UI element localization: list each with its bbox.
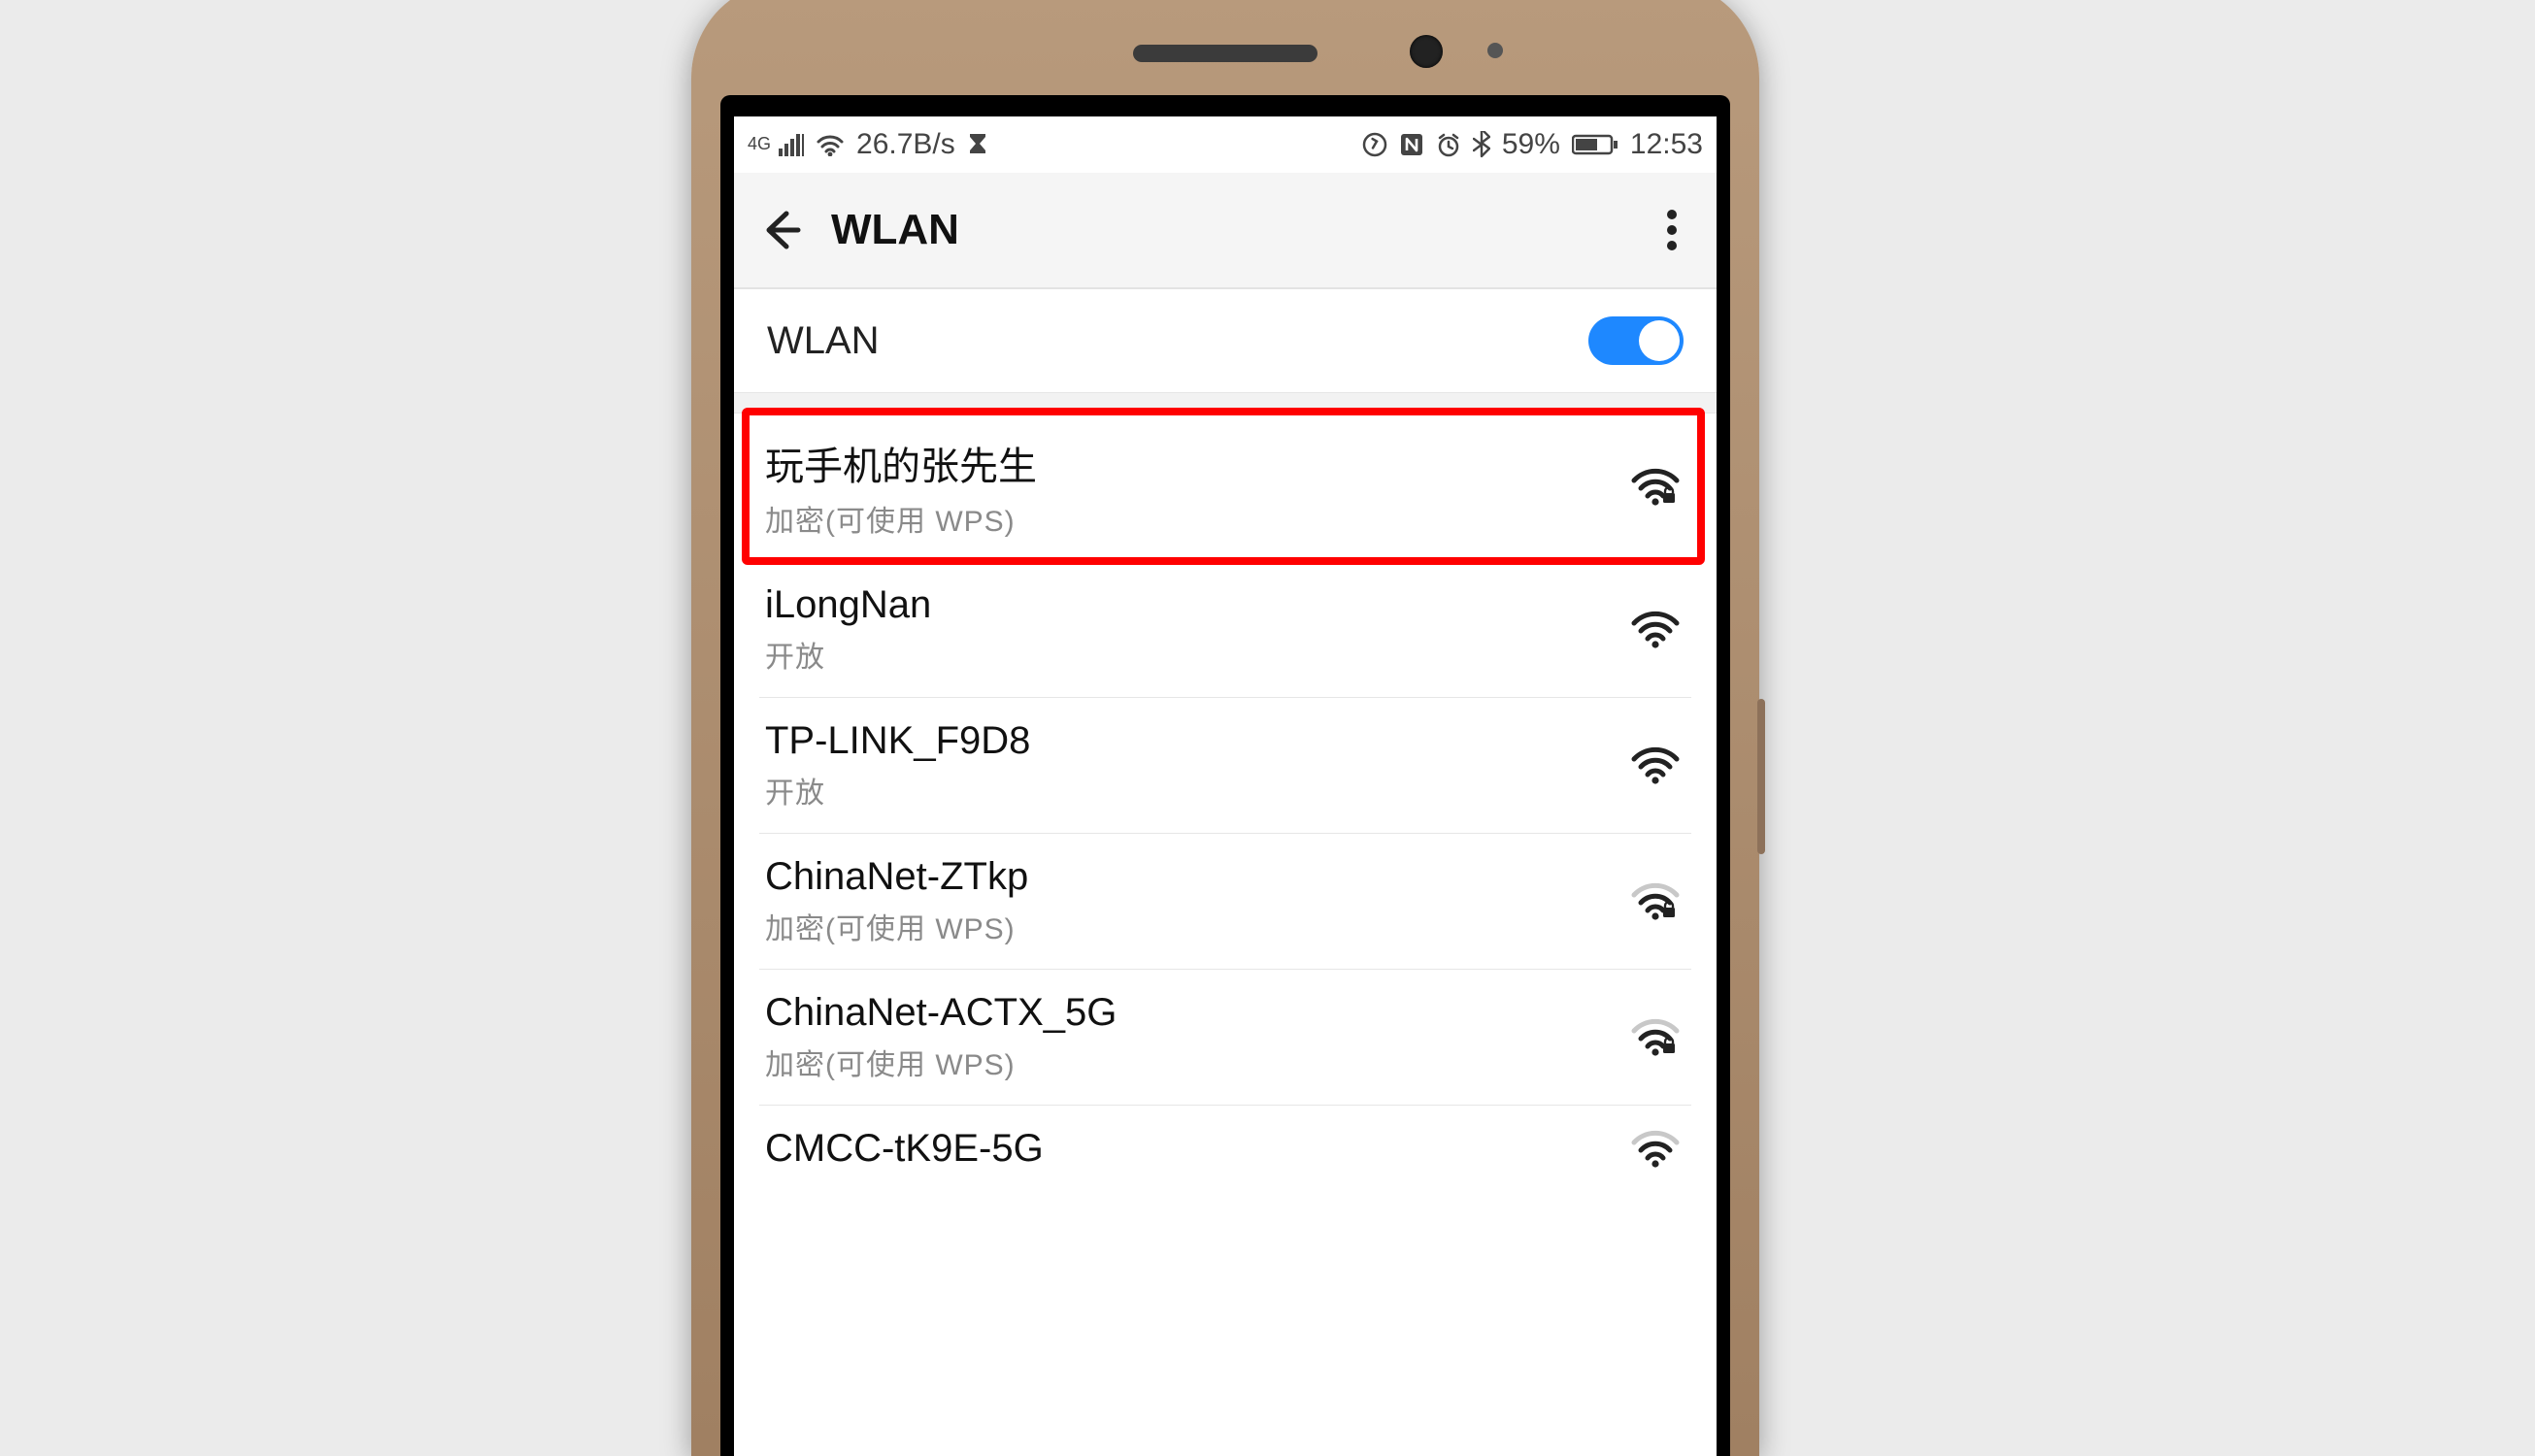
network-type-label: 4G: [748, 134, 771, 154]
wifi-strength-icon: [1627, 1129, 1685, 1170]
bluetooth-icon: [1473, 131, 1490, 158]
wifi-strength-icon: [1627, 610, 1685, 650]
alarm-icon: [1436, 132, 1461, 157]
clock-label: 12:53: [1630, 128, 1703, 161]
network-name: TP-LINK_F9D8: [765, 719, 1608, 763]
wifi-strength-icon: [1627, 881, 1685, 922]
phone-frame: 4G 26.7B/s: [691, 0, 1759, 1456]
battery-icon: [1572, 133, 1618, 156]
network-item[interactable]: ChinaNet-ACTX_5G 加密(可使用 WPS): [759, 970, 1691, 1106]
network-item[interactable]: 玩手机的张先生 加密(可使用 WPS): [759, 414, 1691, 562]
network-item[interactable]: iLongNan 开放: [759, 562, 1691, 698]
network-item[interactable]: TP-LINK_F9D8 开放: [759, 698, 1691, 834]
network-item[interactable]: CMCC-tK9E-5G: [759, 1106, 1691, 1171]
wifi-status-icon: [816, 133, 845, 156]
phone-speaker: [1133, 45, 1318, 62]
sync-icon: [1362, 132, 1387, 157]
back-button[interactable]: [757, 208, 802, 252]
more-button[interactable]: [1651, 199, 1693, 261]
hourglass-icon: [967, 132, 988, 157]
network-subtitle: 开放: [765, 769, 1608, 811]
data-speed-label: 26.7B/s: [856, 128, 955, 161]
wifi-strength-icon: [1627, 467, 1685, 508]
network-list: 玩手机的张先生 加密(可使用 WPS) iLongNan 开放 TP-LINK_…: [734, 414, 1717, 1171]
wifi-strength-icon: [1627, 1017, 1685, 1058]
wifi-strength-icon: [1627, 745, 1685, 786]
wlan-toggle-row[interactable]: WLAN: [734, 289, 1717, 392]
wlan-toggle-label: WLAN: [767, 319, 880, 363]
nfc-icon: [1399, 132, 1424, 157]
network-subtitle: 加密(可使用 WPS): [765, 905, 1608, 947]
screen-bezel: 4G 26.7B/s: [720, 95, 1730, 1456]
section-divider: [734, 392, 1717, 414]
signal-icon: [779, 133, 804, 156]
network-name: ChinaNet-ACTX_5G: [765, 991, 1608, 1035]
screen: 4G 26.7B/s: [734, 116, 1717, 1456]
network-subtitle: 开放: [765, 633, 1608, 676]
page-title: WLAN: [831, 206, 959, 254]
battery-pct-label: 59%: [1502, 128, 1560, 161]
app-bar: WLAN: [734, 173, 1717, 289]
wlan-switch[interactable]: [1588, 316, 1684, 365]
network-name: ChinaNet-ZTkp: [765, 855, 1608, 899]
network-subtitle: 加密(可使用 WPS): [765, 497, 1608, 540]
network-item[interactable]: ChinaNet-ZTkp 加密(可使用 WPS): [759, 834, 1691, 970]
phone-camera: [1410, 35, 1443, 68]
status-left: 4G 26.7B/s: [748, 128, 988, 161]
network-name: 玩手机的张先生: [765, 435, 1608, 491]
network-name: CMCC-tK9E-5G: [765, 1127, 1608, 1171]
status-right: 59% 12:53: [1362, 128, 1703, 161]
network-subtitle: 加密(可使用 WPS): [765, 1041, 1608, 1083]
phone-sensor: [1487, 43, 1503, 58]
network-name: iLongNan: [765, 583, 1608, 627]
status-bar: 4G 26.7B/s: [734, 116, 1717, 173]
